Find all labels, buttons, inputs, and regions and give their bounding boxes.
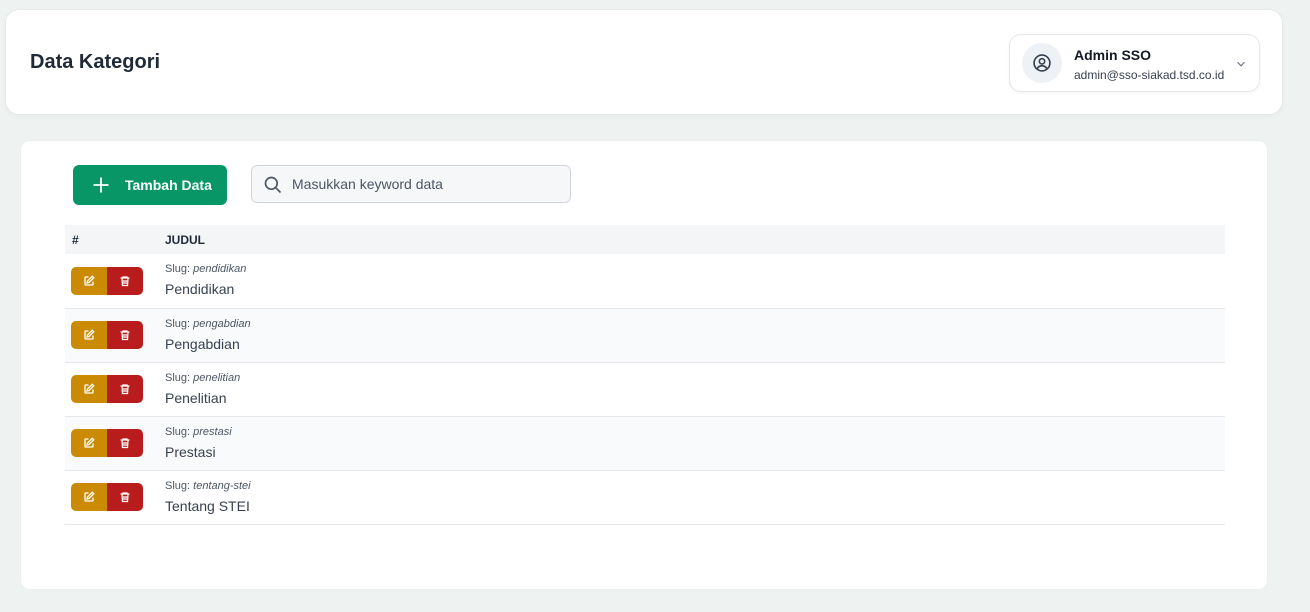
search-input[interactable] [292,166,562,202]
avatar [1022,43,1062,83]
delete-button[interactable] [107,483,143,511]
delete-button[interactable] [107,266,143,295]
chevron-down-icon[interactable] [1234,57,1248,71]
content-card: Tambah Data # JUDUL [20,140,1268,590]
row-actions [71,321,143,349]
row-actions [71,483,143,511]
edit-button[interactable] [71,483,107,511]
category-title: Pengabdian [165,335,240,352]
row-actions [71,266,143,295]
slug-text: Slug: prestasi [165,425,232,438]
category-title: Tentang STEI [165,497,250,514]
category-title: Pendidikan [165,281,235,298]
user-email: admin@sso-siakad.tsd.co.id [1074,68,1225,82]
edit-button[interactable] [71,266,107,295]
edit-icon [84,383,95,394]
table-header-row: # JUDUL [65,225,1225,254]
edit-button[interactable] [71,321,107,349]
delete-button[interactable] [107,429,143,457]
slug-value: pendidikan [193,263,247,276]
table-row: Slug: tentang-stei Tentang STEI [65,470,1225,524]
category-title: Penelitian [165,389,227,406]
slug-text: Slug: tentang-stei [165,479,251,492]
slug-value: pengabdian [193,317,251,330]
slug-value: tentang-stei [193,479,251,492]
edit-icon [84,275,95,286]
page-header: Data Kategori Admin SSO admin@sso-siakad… [5,9,1283,115]
trash-icon [120,330,130,341]
trash-icon [120,276,130,286]
edit-icon [84,329,95,340]
table-row: Slug: penelitian Penelitian [65,362,1225,416]
trash-icon [120,438,130,449]
add-data-button[interactable]: Tambah Data [73,165,227,205]
category-title: Prestasi [165,443,216,460]
user-circle-icon [1033,54,1051,72]
column-number: # [72,232,79,247]
slug-value: penelitian [193,371,241,384]
category-table: # JUDUL Slug: pendidikan Pendidikan Slug… [65,225,1225,525]
search-icon [264,176,282,194]
delete-button[interactable] [107,321,143,349]
slug-value: prestasi [193,425,232,438]
row-actions [71,429,143,457]
edit-icon [84,491,95,502]
trash-icon [120,492,130,503]
row-actions [71,375,143,403]
table-row: Slug: pengabdian Pengabdian [65,308,1225,362]
edit-icon [84,437,95,448]
table-row: Slug: prestasi Prestasi [65,416,1225,470]
page-title: Data Kategori [30,51,161,73]
slug-text: Slug: pendidikan [165,263,247,276]
add-data-label: Tambah Data [125,177,212,193]
edit-button[interactable] [71,375,107,403]
delete-button[interactable] [107,375,143,403]
user-name: Admin SSO [1074,47,1152,63]
search-box[interactable] [251,165,571,203]
trash-icon [120,384,130,395]
column-judul: JUDUL [165,232,206,247]
plus-icon [93,177,109,193]
user-menu[interactable]: Admin SSO admin@sso-siakad.tsd.co.id [1009,34,1260,92]
edit-button[interactable] [71,429,107,457]
slug-text: Slug: pengabdian [165,317,251,330]
slug-text: Slug: penelitian [165,371,241,384]
table-row: Slug: pendidikan Pendidikan [65,254,1225,308]
